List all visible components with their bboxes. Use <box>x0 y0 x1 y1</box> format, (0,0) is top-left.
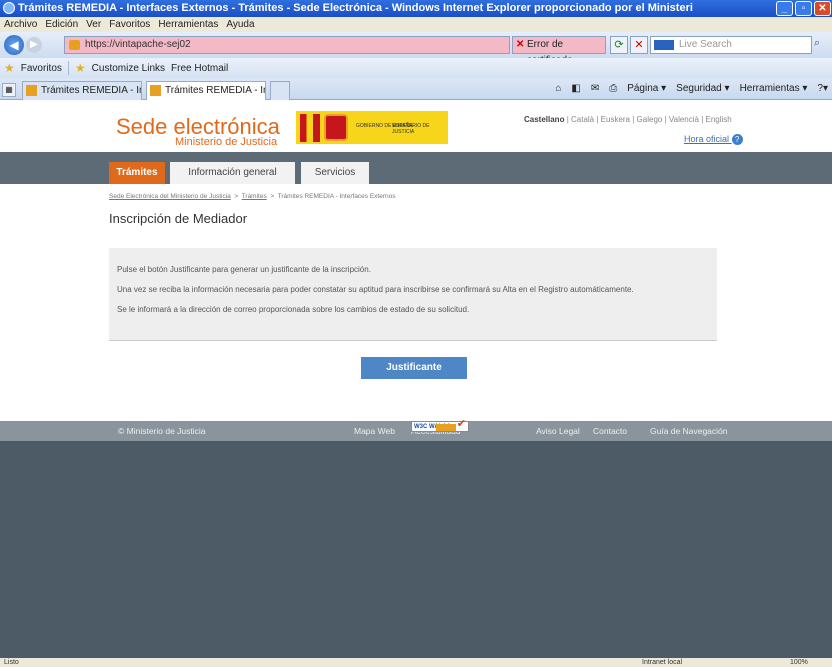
lang-english[interactable]: English <box>706 115 732 124</box>
add-favorite-icon[interactable]: ★ <box>75 61 86 75</box>
lang-castellano[interactable]: Castellano <box>524 115 564 124</box>
security-menu[interactable]: Seguridad ▾ <box>676 81 729 97</box>
breadcrumb-tramites[interactable]: Trámites <box>242 193 267 200</box>
info-text-1: Pulse el botón Justificante para generar… <box>117 265 371 274</box>
lang-euskera[interactable]: Euskera <box>601 115 630 124</box>
tab-servicios[interactable]: Servicios <box>301 162 369 184</box>
w3c-badge[interactable]: W3C WAI-AA ✔ <box>411 418 469 432</box>
coat-of-arms-icon <box>324 114 348 141</box>
page-viewport: Sede electrónica Ministerio de Justicia … <box>0 100 832 658</box>
stop-button[interactable]: ✕ <box>630 36 648 54</box>
favorite-link-customize[interactable]: Customize Links <box>92 63 165 74</box>
flag-icon <box>300 114 320 142</box>
feeds-icon[interactable]: ◧ <box>571 81 580 97</box>
menu-bar: Archivo Edición Ver Favoritos Herramient… <box>0 17 832 32</box>
footer-copyright: © Ministerio de Justicia <box>118 426 206 436</box>
separator <box>67 61 69 75</box>
breadcrumb-home[interactable]: Sede Electrónica del Ministerio de Justi… <box>109 193 231 200</box>
url-text: https://vintapache-sej02 <box>85 39 191 50</box>
favorites-button[interactable]: Favoritos <box>21 63 62 74</box>
menu-favoritos[interactable]: Favoritos <box>109 17 150 32</box>
menu-archivo[interactable]: Archivo <box>4 17 37 32</box>
command-bar: ⌂ ◧ ✉ ⎙ Página ▾ Seguridad ▾ Herramienta… <box>555 81 828 97</box>
lang-valencia[interactable]: Valencià <box>669 115 699 124</box>
site-footer: © Ministerio de Justicia Mapa Web Accesi… <box>0 418 832 441</box>
tab-1[interactable]: Trámites REMEDIA - Interfac... <box>22 81 142 100</box>
help-icon: ? <box>731 134 743 146</box>
tab-label: Trámites REMEDIA - Interfac... <box>41 85 141 96</box>
footer-contacto[interactable]: Contacto <box>593 421 627 441</box>
main-content: Sede Electrónica del Ministerio de Justi… <box>0 184 832 421</box>
footer-mapa-web[interactable]: Mapa Web <box>354 421 395 441</box>
language-selector: Castellano | Català | Euskera | Galego |… <box>524 115 732 124</box>
back-button[interactable]: ◀ <box>4 35 24 55</box>
new-tab-button[interactable] <box>270 81 290 100</box>
mail-icon[interactable]: ✉ <box>591 81 599 97</box>
live-search-icon <box>654 40 674 50</box>
menu-ver[interactable]: Ver <box>86 17 101 32</box>
breadcrumb: Sede Electrónica del Ministerio de Justi… <box>109 193 396 200</box>
ie-icon <box>3 2 15 14</box>
status-bar: Listo Intranet local 100% <box>0 658 832 667</box>
tab-tramites[interactable]: Trámites <box>109 162 165 184</box>
status-text: Listo <box>4 659 19 666</box>
site-favicon <box>69 40 80 50</box>
search-icon[interactable]: ⌕ <box>814 37 828 51</box>
window-controls: _ ▫ ✕ <box>775 0 832 17</box>
government-logo: GOBIERNO DE ESPAÑA MINISTERIO DE JUSTICI… <box>296 111 448 144</box>
footer-guia[interactable]: Guía de Navegación <box>650 421 728 441</box>
search-placeholder: Live Search <box>679 39 732 50</box>
search-input[interactable]: Live Search <box>650 36 812 54</box>
wai-icon <box>436 424 456 431</box>
address-field[interactable]: https://vintapache-sej02 <box>64 36 510 54</box>
info-box: Pulse el botón Justificante para generar… <box>109 248 717 341</box>
info-text-2: Una vez se reciba la información necesar… <box>117 285 634 294</box>
help-icon[interactable]: ?▾ <box>817 81 828 97</box>
favorites-bar: ★ Favoritos ★ Customize Links Free Hotma… <box>0 58 832 78</box>
favorite-link-hotmail[interactable]: Free Hotmail <box>171 63 228 74</box>
menu-ayuda[interactable]: Ayuda <box>226 17 254 32</box>
tools-menu[interactable]: Herramientas ▾ <box>740 81 808 97</box>
justificante-button[interactable]: Justificante <box>361 357 467 379</box>
forward-button[interactable]: ▶ <box>26 37 42 53</box>
tab-label: Trámites REMEDIA - Inter... <box>165 85 265 96</box>
menu-herramientas[interactable]: Herramientas <box>158 17 218 32</box>
breadcrumb-current: Trámites REMEDIA - Interfaces Externos <box>277 193 396 200</box>
menu-edicion[interactable]: Edición <box>45 17 78 32</box>
tab-2[interactable]: Trámites REMEDIA - Inter... ✕ <box>146 81 266 100</box>
error-icon: ✕ <box>516 39 525 50</box>
window-title: Trámites REMEDIA - Interfaces Externos -… <box>18 2 693 14</box>
lang-catala[interactable]: Català <box>571 115 594 124</box>
refresh-button[interactable]: ⟳ <box>610 36 628 54</box>
hora-oficial-link[interactable]: Hora oficial ? <box>684 134 743 146</box>
favorites-star-icon: ★ <box>4 61 15 75</box>
zoom-level[interactable]: 100% <box>790 658 808 667</box>
maximize-button[interactable]: ▫ <box>795 1 812 16</box>
certificate-error-button[interactable]: ✕ Error de certificado <box>512 36 606 66</box>
tab-bar: ▦ Trámites REMEDIA - Interfac... Trámite… <box>0 78 832 100</box>
site-header: Sede electrónica Ministerio de Justicia … <box>0 100 832 152</box>
site-subtitle: Ministerio de Justicia <box>175 136 278 148</box>
address-toolbar: ◀ ▶ https://vintapache-sej02 ✕ Error de … <box>0 32 832 66</box>
page-title: Inscripción de Mediador <box>109 211 248 226</box>
tab-favicon <box>150 85 161 96</box>
print-icon[interactable]: ⎙ <box>609 81 617 97</box>
quick-tabs-icon[interactable]: ▦ <box>2 83 16 97</box>
tab-favicon <box>26 85 37 96</box>
home-icon[interactable]: ⌂ <box>555 81 561 97</box>
gov-logo-text-right: MINISTERIO DE JUSTICIA <box>392 123 430 135</box>
zone-indicator: Intranet local <box>642 659 683 666</box>
tab-informacion-general[interactable]: Información general <box>170 162 295 184</box>
footer-aviso-legal[interactable]: Aviso Legal <box>536 421 580 441</box>
info-text-3: Se le informará a la dirección de correo… <box>117 305 470 314</box>
lang-galego[interactable]: Galego <box>637 115 663 124</box>
minimize-button[interactable]: _ <box>776 1 793 16</box>
window-title-bar: Trámites REMEDIA - Interfaces Externos -… <box>0 0 832 17</box>
close-button[interactable]: ✕ <box>814 1 831 16</box>
check-icon: ✔ <box>456 418 466 430</box>
page-menu[interactable]: Página ▾ <box>627 81 666 97</box>
hora-oficial-label: Hora oficial <box>684 134 730 144</box>
